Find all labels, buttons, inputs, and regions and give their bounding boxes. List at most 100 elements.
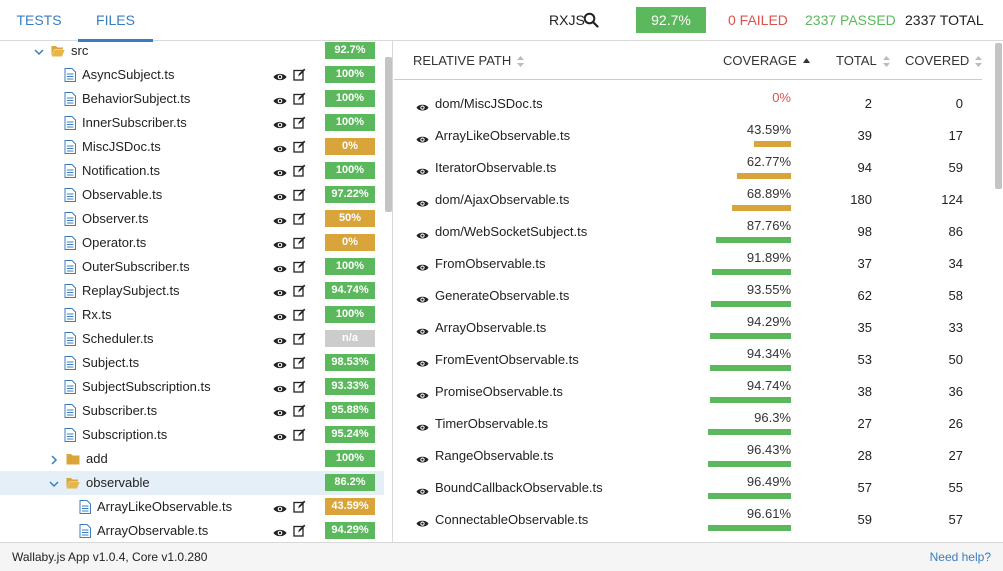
tree-file-row[interactable]: InnerSubscriber.ts 100% (0, 111, 384, 135)
edit-icon[interactable] (293, 116, 306, 129)
table-row[interactable]: GenerateObservable.ts 93.55% 62 58 (394, 280, 982, 312)
edit-icon[interactable] (293, 284, 306, 297)
tree-folder-row[interactable]: src 92.7% (0, 41, 384, 63)
table-scrollbar[interactable] (995, 43, 1002, 189)
edit-icon[interactable] (293, 188, 306, 201)
eye-icon[interactable] (416, 388, 429, 399)
edit-icon[interactable] (293, 92, 306, 105)
eye-icon[interactable] (273, 286, 287, 297)
table-row[interactable]: IteratorObservable.ts 62.77% 94 59 (394, 152, 982, 184)
table-row[interactable]: dom/AjaxObservable.ts 68.89% 180 124 (394, 184, 982, 216)
eye-icon[interactable] (273, 166, 287, 177)
tab-tests[interactable]: TESTS (0, 0, 78, 41)
col-total[interactable]: TOTAL (836, 41, 890, 80)
col-relative-path[interactable]: RELATIVE PATH (413, 41, 525, 80)
search-icon[interactable] (583, 12, 599, 28)
edit-icon[interactable] (293, 380, 306, 393)
edit-icon[interactable] (293, 236, 306, 249)
table-row[interactable]: ConnectableObservable.ts 96.61% 59 57 (394, 504, 982, 536)
chevron-right-icon[interactable] (49, 453, 59, 465)
eye-icon[interactable] (273, 502, 287, 513)
eye-icon[interactable] (273, 262, 287, 273)
eye-icon[interactable] (416, 260, 429, 271)
tree-file-row[interactable]: Rx.ts 100% (0, 303, 384, 327)
file-path[interactable]: RangeObservable.ts (435, 440, 554, 472)
eye-icon[interactable] (273, 94, 287, 105)
tree-file-row[interactable]: AsyncSubject.ts 100% (0, 63, 384, 87)
table-row[interactable]: PromiseObservable.ts 94.74% 38 36 (394, 376, 982, 408)
tree-file-row[interactable]: Operator.ts 0% (0, 231, 384, 255)
eye-icon[interactable] (416, 132, 429, 143)
table-row[interactable]: RangeObservable.ts 96.43% 28 27 (394, 440, 982, 472)
eye-icon[interactable] (416, 164, 429, 175)
edit-icon[interactable] (293, 404, 306, 417)
file-path[interactable]: ConnectableObservable.ts (435, 504, 588, 536)
table-row[interactable]: TimerObservable.ts 96.3% 27 26 (394, 408, 982, 440)
file-path[interactable]: BoundCallbackObservable.ts (435, 472, 603, 504)
edit-icon[interactable] (293, 524, 306, 537)
edit-icon[interactable] (293, 164, 306, 177)
eye-icon[interactable] (416, 484, 429, 495)
tree-folder-row[interactable]: add 100% (0, 447, 384, 471)
failed-count[interactable]: 0 FAILED (728, 0, 788, 40)
tree-file-row[interactable]: ArrayObservable.ts 94.29% (0, 519, 384, 542)
tree-file-row[interactable]: Scheduler.ts n/a (0, 327, 384, 351)
table-row[interactable]: ArrayObservable.ts 94.29% 35 33 (394, 312, 982, 344)
eye-icon[interactable] (273, 406, 287, 417)
tree-file-row[interactable]: Subscription.ts 95.24% (0, 423, 384, 447)
tree-file-row[interactable]: ArrayLikeObservable.ts 43.59% (0, 495, 384, 519)
file-path[interactable]: dom/AjaxObservable.ts (435, 184, 569, 216)
file-path[interactable]: GenerateObservable.ts (435, 280, 569, 312)
edit-icon[interactable] (293, 260, 306, 273)
eye-icon[interactable] (416, 356, 429, 367)
file-path[interactable]: dom/WebSocketSubject.ts (435, 216, 587, 248)
eye-icon[interactable] (416, 516, 429, 527)
chevron-down-icon[interactable] (34, 45, 44, 56)
eye-icon[interactable] (416, 196, 429, 207)
eye-icon[interactable] (273, 334, 287, 345)
tree-file-row[interactable]: ReplaySubject.ts 94.74% (0, 279, 384, 303)
edit-icon[interactable] (293, 356, 306, 369)
eye-icon[interactable] (273, 238, 287, 249)
file-path[interactable]: FromObservable.ts (435, 248, 546, 280)
col-coverage[interactable]: COVERAGE (723, 41, 810, 80)
eye-icon[interactable] (416, 100, 429, 111)
tree-scrollbar[interactable] (385, 57, 392, 212)
file-path[interactable]: FromEventObservable.ts (435, 344, 579, 376)
file-path[interactable]: dom/MiscJSDoc.ts (435, 88, 543, 120)
table-row[interactable]: dom/MiscJSDoc.ts 0% 2 0 (394, 88, 982, 120)
table-row[interactable]: dom/WebSocketSubject.ts 87.76% 98 86 (394, 216, 982, 248)
passed-count[interactable]: 2337 PASSED (805, 0, 896, 40)
edit-icon[interactable] (293, 68, 306, 81)
eye-icon[interactable] (416, 324, 429, 335)
tree-file-row[interactable]: MiscJSDoc.ts 0% (0, 135, 384, 159)
eye-icon[interactable] (416, 292, 429, 303)
eye-icon[interactable] (273, 358, 287, 369)
eye-icon[interactable] (273, 70, 287, 81)
eye-icon[interactable] (273, 526, 287, 537)
eye-icon[interactable] (416, 452, 429, 463)
eye-icon[interactable] (273, 214, 287, 225)
table-row[interactable]: BoundCallbackObservable.ts 96.49% 57 55 (394, 472, 982, 504)
edit-icon[interactable] (293, 140, 306, 153)
eye-icon[interactable] (273, 142, 287, 153)
tree-file-row[interactable]: Observer.ts 50% (0, 207, 384, 231)
file-path[interactable]: PromiseObservable.ts (435, 376, 563, 408)
tree-file-row[interactable]: Subscriber.ts 95.88% (0, 399, 384, 423)
table-row[interactable]: FromEventObservable.ts 94.34% 53 50 (394, 344, 982, 376)
tree-file-row[interactable]: Subject.ts 98.53% (0, 351, 384, 375)
tree-folder-row[interactable]: observable 86.2% (0, 471, 384, 495)
tree-file-row[interactable]: SubjectSubscription.ts 93.33% (0, 375, 384, 399)
chevron-down-icon[interactable] (49, 477, 59, 488)
eye-icon[interactable] (273, 430, 287, 441)
eye-icon[interactable] (416, 420, 429, 431)
tab-files[interactable]: FILES (78, 0, 153, 42)
tree-file-row[interactable]: Notification.ts 100% (0, 159, 384, 183)
edit-icon[interactable] (293, 428, 306, 441)
tree-file-row[interactable]: Observable.ts 97.22% (0, 183, 384, 207)
eye-icon[interactable] (416, 228, 429, 239)
file-path[interactable]: IteratorObservable.ts (435, 152, 556, 184)
eye-icon[interactable] (273, 382, 287, 393)
total-count[interactable]: 2337 TOTAL (905, 0, 984, 40)
file-path[interactable]: TimerObservable.ts (435, 408, 548, 440)
